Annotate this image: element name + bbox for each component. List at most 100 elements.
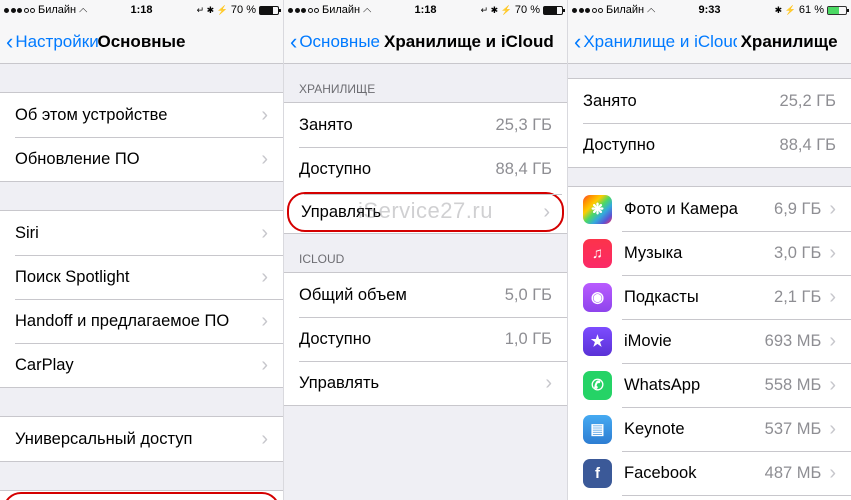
settings-row[interactable]: CarPlay ›: [0, 343, 283, 387]
section-header: ICLOUD: [284, 234, 567, 272]
row-label: Управлять: [299, 374, 537, 393]
row-value: 5,0 ГБ: [505, 286, 552, 305]
section-header: ХРАНИЛИЩЕ: [284, 64, 567, 102]
settings-row: Общий объем 5,0 ГБ: [284, 273, 567, 317]
app-icon: ★: [583, 327, 612, 356]
row-value: 693 МБ: [765, 332, 822, 351]
row-label: Доступно: [299, 160, 488, 179]
page-title: Хранилище: [741, 32, 845, 52]
status-left: Билайн⌵: [572, 4, 710, 17]
wifi-icon: ⌵: [79, 4, 87, 17]
nav-bar: ‹ОсновныеХранилище и iCloud: [284, 20, 567, 64]
settings-row[interactable]: Хранилище и iCloud›: [3, 492, 280, 500]
row-label: Занято: [583, 92, 772, 111]
row-label: Siri: [15, 224, 253, 243]
settings-row[interactable]: ★iMovie693 МБ›: [568, 319, 851, 363]
row-value: 537 МБ: [765, 420, 822, 439]
carrier-label: Билайн: [322, 4, 360, 16]
signal-dots-icon: [4, 8, 35, 13]
settings-group: Занято25,3 ГБДоступно88,4 ГБУправлять›: [284, 102, 567, 234]
chevron-right-icon: ›: [829, 243, 836, 263]
settings-group: Хранилище и iCloud›Обновление контента›: [0, 490, 283, 500]
row-label: Музыка: [624, 244, 766, 263]
settings-row[interactable]: Универсальный доступ›: [0, 417, 283, 461]
settings-row[interactable]: Поиск Spotlight›: [0, 255, 283, 299]
carrier-label: Билайн: [38, 4, 76, 16]
settings-row[interactable]: ▤Keynote537 МБ›: [568, 407, 851, 451]
settings-group: Универсальный доступ›: [0, 416, 283, 462]
wifi-icon: ⌵: [363, 4, 371, 17]
status-left: Билайн⌵: [4, 4, 142, 17]
signal-dots-icon: [572, 8, 603, 13]
carrier-label: Билайн: [606, 4, 644, 16]
nav-bar: ‹Хранилище и iCloudХранилище: [568, 20, 851, 64]
settings-row: Доступно1,0 ГБ: [284, 317, 567, 361]
settings-row: Доступно88,4 ГБ: [284, 147, 567, 191]
row-label: Общий объем: [299, 286, 497, 305]
status-bar: Билайн⌵9:33✱ ⚡61 %: [568, 0, 851, 20]
settings-row[interactable]: Обновление ПО›: [0, 137, 283, 181]
row-label: Фото и Камера: [624, 200, 766, 219]
screenshot-stage: Билайн⌵1:18↵ ✱ ⚡70 %‹НастройкиОсновныеОб…: [0, 0, 851, 500]
screen-body: ХРАНИЛИЩЕЗанято25,3 ГБДоступно88,4 ГБУпр…: [284, 64, 567, 406]
settings-row[interactable]: ✎Pages327 МБ›: [568, 495, 851, 500]
settings-row[interactable]: Управлять ›: [287, 192, 564, 232]
row-value: 1,0 ГБ: [505, 330, 552, 349]
row-value: 2,1 ГБ: [774, 288, 821, 307]
settings-row[interactable]: ❋Фото и Камера6,9 ГБ›: [568, 187, 851, 231]
app-icon: ♫: [583, 239, 612, 268]
back-button[interactable]: ‹Настройки: [6, 31, 99, 53]
chevron-right-icon: ›: [829, 199, 836, 219]
battery-pct: 70 %: [515, 4, 540, 16]
settings-group: Об этом устройстве›Обновление ПО›: [0, 92, 283, 182]
status-right: ↵ ✱ ⚡70 %: [426, 4, 564, 16]
app-icon: ▤: [583, 415, 612, 444]
settings-group: Siri›Поиск Spotlight›Handoff и предлагае…: [0, 210, 283, 388]
status-left: Билайн⌵: [288, 4, 426, 17]
row-label: Обновление ПО: [15, 150, 253, 169]
settings-row[interactable]: Handoff и предлагаемое ПО›: [0, 299, 283, 343]
status-glyphs: ↵ ✱ ⚡: [481, 5, 512, 16]
battery-icon: [827, 6, 847, 15]
chevron-right-icon: ›: [543, 202, 550, 222]
settings-group: Занято 25,2 ГБ Доступно88,4 ГБ: [568, 78, 851, 168]
chevron-right-icon: ›: [261, 355, 268, 375]
row-value: 6,9 ГБ: [774, 200, 821, 219]
settings-row[interactable]: Siri ›: [0, 211, 283, 255]
chevron-right-icon: ›: [261, 223, 268, 243]
phone-screen-3: Билайн⌵9:33✱ ⚡61 %‹Хранилище и iCloudХра…: [568, 0, 851, 500]
chevron-right-icon: ›: [829, 287, 836, 307]
row-value: 25,3 ГБ: [496, 116, 552, 135]
wifi-icon: ⌵: [647, 4, 655, 17]
row-label: Управлять: [301, 203, 535, 222]
battery-pct: 70 %: [231, 4, 256, 16]
back-label: Настройки: [15, 32, 98, 52]
chevron-left-icon: ‹: [6, 31, 13, 53]
settings-row[interactable]: Об этом устройстве›: [0, 93, 283, 137]
status-right: ✱ ⚡61 %: [710, 4, 848, 16]
settings-row[interactable]: ♫Музыка3,0 ГБ›: [568, 231, 851, 275]
row-label: Поиск Spotlight: [15, 268, 253, 287]
row-label: Универсальный доступ: [15, 430, 253, 449]
settings-row[interactable]: ◉Подкасты2,1 ГБ›: [568, 275, 851, 319]
settings-row[interactable]: Управлять›: [284, 361, 567, 405]
signal-dots-icon: [288, 8, 319, 13]
chevron-right-icon: ›: [261, 311, 268, 331]
phone-screen-2: Билайн⌵1:18↵ ✱ ⚡70 %‹ОсновныеХранилище и…: [284, 0, 568, 500]
app-icon: ✆: [583, 371, 612, 400]
row-value: 25,2 ГБ: [780, 92, 836, 111]
settings-row[interactable]: fFacebook487 МБ›: [568, 451, 851, 495]
row-label: iMovie: [624, 332, 757, 351]
app-icon: ◉: [583, 283, 612, 312]
settings-row: Занято 25,2 ГБ: [568, 79, 851, 123]
settings-row: Доступно88,4 ГБ: [568, 123, 851, 167]
battery-icon: [259, 6, 279, 15]
settings-row[interactable]: ✆WhatsApp558 МБ›: [568, 363, 851, 407]
row-label: CarPlay: [15, 356, 253, 375]
back-button[interactable]: ‹Основные: [290, 31, 380, 53]
back-button[interactable]: ‹Хранилище и iCloud: [574, 31, 737, 53]
nav-bar: ‹НастройкиОсновные: [0, 20, 283, 64]
battery-icon: [543, 6, 563, 15]
row-label: Доступно: [583, 136, 772, 155]
row-label: WhatsApp: [624, 376, 757, 395]
